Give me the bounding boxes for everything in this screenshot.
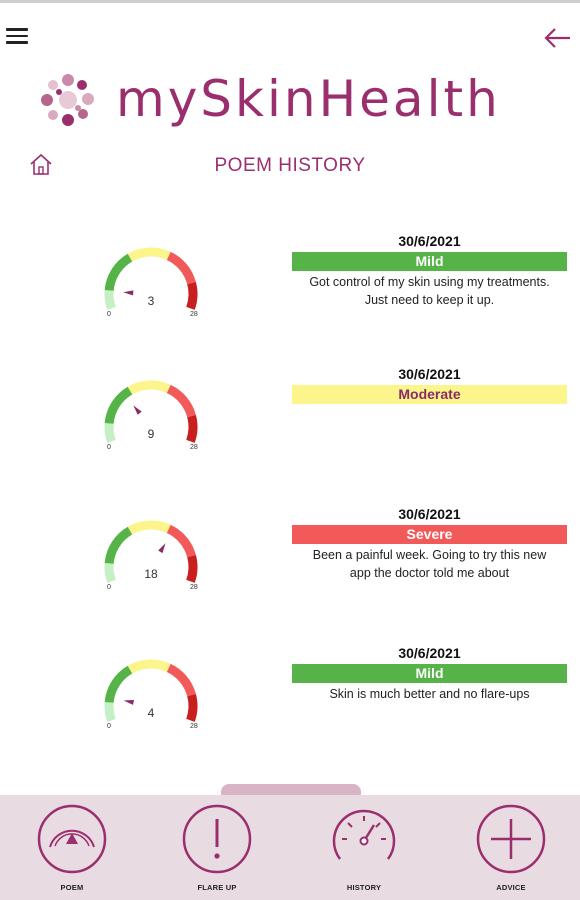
gauge-segment bbox=[166, 524, 196, 558]
gauge-segment bbox=[104, 526, 133, 564]
entry-date: 30/6/2021 bbox=[398, 645, 461, 661]
gauge-score: 18 bbox=[144, 567, 158, 581]
gauge-segment bbox=[104, 665, 133, 703]
nav-advice-button[interactable]: ADVICE bbox=[471, 803, 551, 895]
bottom-navigation: POEM FLARE UP HISTORY ADVICE bbox=[0, 795, 580, 900]
entry-date: 30/6/2021 bbox=[398, 233, 461, 249]
entry-note-line: Got control of my skin using my treatmen… bbox=[309, 275, 550, 289]
gauge-segment bbox=[186, 554, 198, 583]
arrow-left-icon[interactable] bbox=[542, 24, 572, 52]
poem-score-gauge: 18 0 28 bbox=[104, 520, 198, 591]
nav-label: POEM bbox=[60, 883, 84, 892]
history-entry[interactable]: 18 0 28 30/6/2021 Severe Been a painful we… bbox=[0, 505, 580, 615]
gauge-segment bbox=[104, 422, 116, 443]
gauge-segment bbox=[104, 701, 116, 722]
gauge-max-label: 28 bbox=[190, 723, 198, 730]
history-entry[interactable]: 9 0 28 30/6/2021 Moderate bbox=[0, 365, 580, 475]
speedometer-icon bbox=[332, 809, 396, 860]
severity-badge: Severe bbox=[292, 525, 567, 544]
nav-label: HISTORY bbox=[346, 883, 382, 892]
gauge-max-label: 28 bbox=[190, 444, 198, 451]
entry-note-line: app the doctor told me about bbox=[349, 566, 510, 580]
gauge-segment bbox=[127, 247, 171, 262]
nav-history-button[interactable]: HISTORY bbox=[324, 803, 404, 895]
severity-badge: Moderate bbox=[292, 385, 567, 404]
page-title: POEM HISTORY bbox=[214, 155, 366, 176]
exclamation-icon bbox=[182, 804, 252, 874]
gauge-min-label: 0 bbox=[107, 444, 111, 451]
gauge-segment bbox=[186, 281, 198, 310]
gauge-min-label: 0 bbox=[107, 723, 111, 730]
gauge-score: 3 bbox=[148, 294, 155, 308]
poem-score-gauge: 4 0 28 bbox=[104, 659, 198, 730]
history-entry[interactable]: 4 0 28 30/6/2021 Mild Skin is much better … bbox=[0, 644, 580, 754]
gauge-segment bbox=[127, 520, 171, 535]
gauge-pointer bbox=[158, 543, 166, 554]
gauge-max-label: 28 bbox=[190, 311, 198, 318]
gauge-segment bbox=[166, 251, 196, 285]
logo-dots-icon bbox=[41, 74, 94, 126]
gauge-pointer bbox=[133, 405, 142, 415]
app-logo: mySkinHealth bbox=[38, 68, 558, 132]
gauge-segment bbox=[186, 693, 198, 722]
entry-date: 30/6/2021 bbox=[398, 506, 461, 522]
gauge-min-label: 0 bbox=[107, 584, 111, 591]
gauge-pointer bbox=[123, 700, 135, 705]
history-entry[interactable]: 3 0 28 30/6/2021 Mild Got control of my sk… bbox=[0, 232, 580, 342]
severity-badge: Mild bbox=[292, 664, 567, 683]
app-title: mySkinHealth bbox=[116, 70, 501, 128]
gauge-max-label: 28 bbox=[190, 584, 198, 591]
nav-label: FLARE UP bbox=[197, 883, 237, 892]
gauge-segment bbox=[127, 380, 171, 395]
entry-note-line: Been a painful week. Going to try this n… bbox=[312, 548, 547, 562]
gauge-min-label: 0 bbox=[107, 311, 111, 318]
entry-note-line: Skin is much better and no flare-ups bbox=[329, 687, 530, 701]
top-border bbox=[0, 0, 580, 3]
gauge-segment bbox=[166, 663, 196, 697]
entry-date: 30/6/2021 bbox=[398, 366, 461, 382]
entry-note-line: Just need to keep it up. bbox=[364, 293, 495, 307]
poem-score-gauge: 3 0 28 bbox=[104, 247, 198, 318]
nav-flare-up-button[interactable]: FLARE UP bbox=[177, 803, 257, 895]
nav-label: ADVICE bbox=[496, 883, 526, 892]
gauge-segment bbox=[166, 384, 196, 418]
nav-poem-button[interactable]: POEM bbox=[32, 803, 112, 895]
gauge-score: 9 bbox=[148, 427, 155, 441]
severity-badge: Mild bbox=[292, 252, 567, 271]
gauge-segment bbox=[104, 289, 116, 310]
poem-score-gauge: 9 0 28 bbox=[104, 380, 198, 451]
gauge-pointer bbox=[123, 290, 134, 296]
gauge-segment bbox=[127, 659, 171, 674]
hamburger-menu-icon[interactable] bbox=[6, 28, 28, 48]
gauge-triangle-icon bbox=[37, 804, 107, 874]
gauge-segment bbox=[104, 253, 133, 291]
gauge-segment bbox=[104, 562, 116, 583]
plus-icon bbox=[476, 804, 546, 874]
gauge-segment bbox=[186, 414, 198, 443]
gauge-segment bbox=[104, 386, 133, 424]
gauge-score: 4 bbox=[148, 706, 155, 720]
